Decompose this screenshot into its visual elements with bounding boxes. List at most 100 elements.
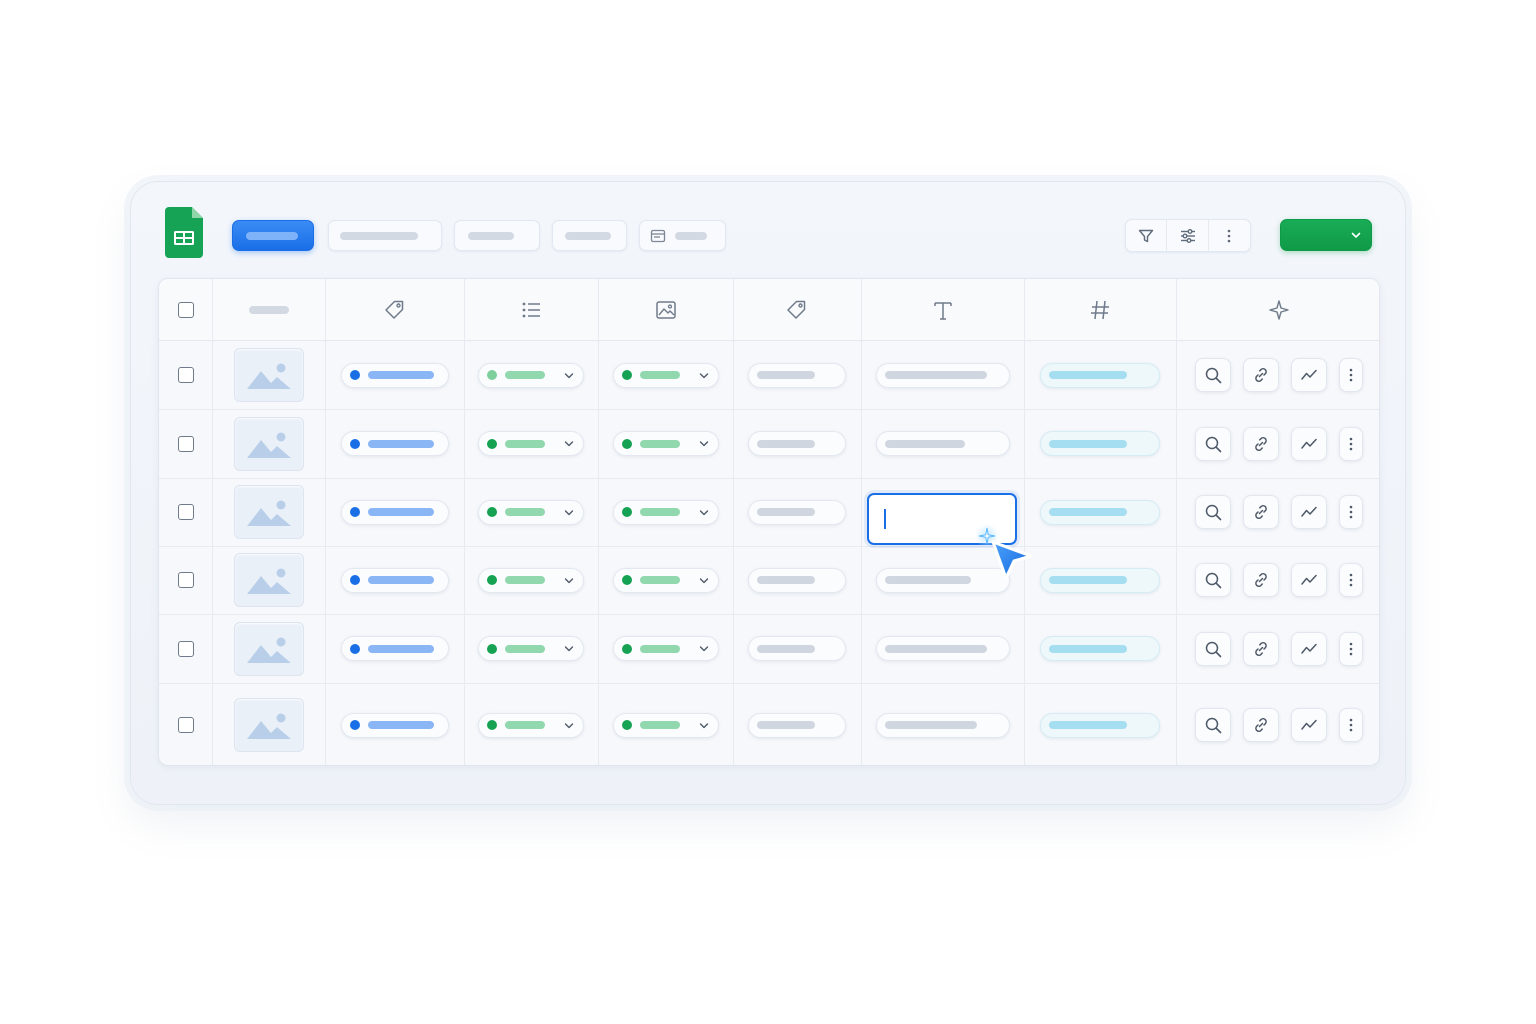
image-thumbnail[interactable] [233,553,304,607]
row-checkbox[interactable] [177,367,194,383]
image-thumbnail[interactable] [233,416,304,471]
category-select[interactable] [612,567,719,593]
tag-pill[interactable] [340,636,449,661]
label-pill[interactable] [748,636,846,661]
tag-text-bar [367,439,434,448]
tag-pill[interactable] [340,362,449,388]
category-select[interactable] [612,499,719,525]
status-select[interactable] [478,636,584,661]
more-vertical-button[interactable] [1338,708,1363,742]
more-vertical-icon [1349,642,1352,655]
category-select[interactable] [612,636,719,661]
category-select[interactable] [612,712,719,738]
status-select[interactable] [478,499,584,525]
number-bar [1049,721,1127,729]
trend-button[interactable] [1290,563,1327,597]
header-cell[interactable] [861,279,1024,341]
more-button[interactable] [1209,220,1250,251]
header-cell[interactable] [1024,279,1176,341]
more-vertical-button[interactable] [1338,426,1363,461]
number-value[interactable] [1040,567,1160,593]
search-button[interactable] [1194,563,1231,597]
number-value[interactable] [1040,431,1160,456]
more-vertical-button[interactable] [1338,358,1363,392]
text-cell[interactable] [861,409,1024,478]
more-vertical-button[interactable] [1338,563,1363,597]
chevron-down-icon [564,577,574,583]
primary-action-button[interactable] [1280,219,1372,251]
tag-cell [325,478,464,546]
tag-cell [325,341,464,409]
link-button[interactable] [1242,426,1279,461]
more-vertical-button[interactable] [1338,631,1363,666]
row-checkbox[interactable] [177,504,194,520]
tab-2[interactable] [328,220,442,251]
trend-button[interactable] [1290,358,1327,392]
trend-button[interactable] [1290,631,1327,666]
status-select[interactable] [478,362,584,388]
row-checkbox[interactable] [177,640,194,657]
category-select-cell [598,614,733,683]
number-value[interactable] [1040,499,1160,525]
link-button[interactable] [1242,563,1279,597]
tab-primary[interactable] [232,220,314,251]
link-button[interactable] [1242,631,1279,666]
link-button[interactable] [1242,358,1279,392]
tag-pill[interactable] [340,712,449,738]
filter-button[interactable] [1126,220,1168,251]
tab-3[interactable] [454,220,540,251]
tab-4[interactable] [552,220,627,251]
tag-pill[interactable] [340,499,449,525]
number-value[interactable] [1040,362,1160,388]
row-checkbox[interactable] [177,717,194,733]
trend-button[interactable] [1290,708,1327,742]
trend-button[interactable] [1290,426,1327,461]
sheets-logo-icon[interactable] [165,207,203,258]
label-pill[interactable] [748,499,846,525]
header-cell[interactable] [598,279,733,341]
header-cell[interactable] [325,279,464,341]
search-button[interactable] [1194,495,1231,529]
trend-button[interactable] [1290,495,1327,529]
label-pill[interactable] [748,712,846,738]
tag-pill[interactable] [340,431,449,456]
text-cell[interactable] [861,341,1024,409]
number-value[interactable] [1040,636,1160,661]
label-pill[interactable] [748,431,846,456]
number-value[interactable] [1040,712,1160,738]
search-button[interactable] [1194,631,1231,666]
text-cell[interactable] [861,683,1024,765]
header-cell[interactable] [733,279,861,341]
number-cell [1024,478,1176,546]
label-pill[interactable] [748,362,846,388]
status-select[interactable] [478,712,584,738]
label-pill[interactable] [748,567,846,593]
status-select[interactable] [478,431,584,456]
header-cell[interactable] [1176,279,1379,341]
header-cell-thumbnail[interactable] [212,279,325,341]
number-bar [1049,439,1127,448]
row-checkbox[interactable] [177,572,194,588]
tag-pill[interactable] [340,567,449,593]
search-button[interactable] [1194,358,1231,392]
header-cell[interactable] [464,279,598,341]
category-select[interactable] [612,362,719,388]
row-checkbox[interactable] [177,435,194,452]
settings-button[interactable] [1167,220,1209,251]
image-thumbnail[interactable] [233,621,304,676]
category-select[interactable] [612,431,719,456]
status-select[interactable] [478,567,584,593]
tab-5[interactable] [639,220,726,251]
image-thumbnail[interactable] [233,485,304,539]
more-vertical-button[interactable] [1338,495,1363,529]
image-placeholder-icon [246,637,291,663]
image-thumbnail[interactable] [233,698,304,752]
link-button[interactable] [1242,708,1279,742]
link-button[interactable] [1242,495,1279,529]
search-button[interactable] [1194,708,1231,742]
number-bar [1049,644,1127,653]
image-thumbnail[interactable] [233,348,304,402]
text-cell[interactable] [861,614,1024,683]
select-all-checkbox[interactable] [177,302,194,318]
search-button[interactable] [1194,426,1231,461]
